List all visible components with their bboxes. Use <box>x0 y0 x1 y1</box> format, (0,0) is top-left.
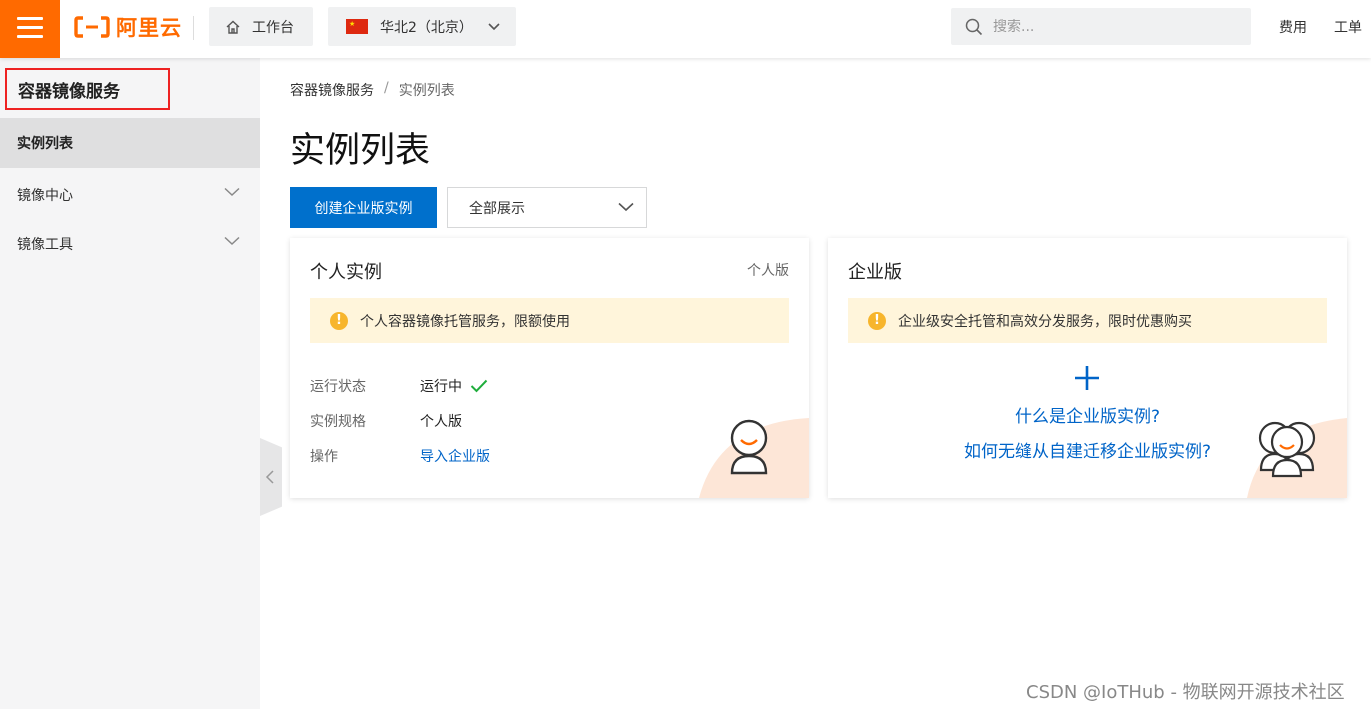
chevron-down-icon <box>488 22 500 30</box>
logo-text: 阿里云 <box>116 16 182 40</box>
sidebar-item-instance-list[interactable]: 实例列表 <box>0 118 260 168</box>
row-key: 操作 <box>310 449 338 465</box>
region-selector[interactable]: ★ 华北2（北京） <box>328 7 516 46</box>
edition-tag: 个人版 <box>747 263 789 279</box>
aliyun-logo-icon <box>74 16 110 38</box>
workbench-label: 工作台 <box>252 19 294 36</box>
logo[interactable]: 阿里云 <box>74 12 182 42</box>
notice-text: 企业级安全托管和高效分发服务，限时优惠购买 <box>898 313 1192 330</box>
page-title: 实例列表 <box>290 131 431 171</box>
ticket-link[interactable]: 工单 <box>1334 17 1362 37</box>
billing-link[interactable]: 费用 <box>1279 17 1307 37</box>
personal-instance-card: 个人实例 个人版 ! 个人容器镜像托管服务，限额使用 运行状态 运行中 实例规格… <box>290 238 809 498</box>
workbench-button[interactable]: 工作台 <box>209 7 313 46</box>
chevron-down-icon <box>618 202 634 212</box>
row-value: 个人版 <box>420 414 462 430</box>
search-icon <box>965 18 983 35</box>
hamburger-icon-line <box>17 35 43 38</box>
notice-banner: ! 企业级安全托管和高效分发服务，限时优惠购买 <box>848 298 1327 343</box>
sidebar-collapse-handle[interactable] <box>260 438 282 516</box>
status-text: 运行中 <box>420 379 462 395</box>
check-icon <box>470 379 488 393</box>
breadcrumb-current: 实例列表 <box>398 83 455 99</box>
warning-icon: ! <box>330 311 348 330</box>
sidebar-title: 容器镜像服务 <box>5 68 170 110</box>
breadcrumb-item[interactable]: 容器镜像服务 <box>290 80 374 100</box>
hamburger-icon-line <box>17 26 43 29</box>
china-flag-icon: ★ <box>346 19 368 34</box>
row-value: 运行中 <box>420 376 488 396</box>
sidebar-item-label: 镜像中心 <box>17 188 73 204</box>
group-illustration-icon <box>1247 418 1347 498</box>
chevron-down-icon <box>224 187 240 197</box>
sidebar-item-image-tools[interactable]: 镜像工具 <box>0 219 260 269</box>
status-row: 运行状态 运行中 <box>310 376 488 396</box>
filter-select-value: 全部展示 <box>469 200 525 217</box>
top-bar: 阿里云 工作台 ★ 华北2（北京） 费用 工单 <box>0 0 1371 58</box>
notice-banner: ! 个人容器镜像托管服务，限额使用 <box>310 298 789 343</box>
import-enterprise-link[interactable]: 导入企业版 <box>420 446 490 466</box>
card-title: 企业版 <box>848 262 902 283</box>
search-box[interactable] <box>951 8 1251 45</box>
person-illustration-icon <box>699 418 809 498</box>
row-key: 实例规格 <box>310 414 366 430</box>
sidebar-item-image-center[interactable]: 镜像中心 <box>0 170 260 220</box>
row-key: 运行状态 <box>310 379 366 395</box>
warning-icon: ! <box>868 311 886 330</box>
watermark: CSDN @IoTHub - 物联网开源技术社区 <box>1026 682 1345 703</box>
search-input[interactable] <box>993 18 1233 35</box>
sidebar-item-label: 实例列表 <box>17 136 73 152</box>
breadcrumb: 容器镜像服务 / 实例列表 <box>290 80 455 100</box>
filter-select[interactable]: 全部展示 <box>447 187 647 228</box>
action-row: 操作 导入企业版 <box>310 446 490 466</box>
sidebar-item-label: 镜像工具 <box>17 237 73 253</box>
spec-row: 实例规格 个人版 <box>310 411 462 431</box>
enterprise-instance-card: 企业版 ! 企业级安全托管和高效分发服务，限时优惠购买 什么是企业版实例? 如何… <box>828 238 1347 498</box>
breadcrumb-separator: / <box>384 80 389 96</box>
create-enterprise-instance-button[interactable]: 创建企业版实例 <box>290 187 437 228</box>
plus-icon[interactable] <box>1073 364 1101 392</box>
hamburger-icon <box>17 17 43 20</box>
chevron-left-icon <box>265 470 274 484</box>
menu-button[interactable] <box>0 0 60 58</box>
chevron-down-icon <box>224 236 240 246</box>
card-title: 个人实例 <box>310 262 382 283</box>
home-icon <box>226 20 240 34</box>
flag-star: ★ <box>349 20 356 28</box>
divider <box>193 16 194 40</box>
notice-text: 个人容器镜像托管服务，限额使用 <box>360 313 570 330</box>
region-label: 华北2（北京） <box>380 19 473 36</box>
sidebar: 容器镜像服务 实例列表 镜像中心 镜像工具 <box>0 58 260 709</box>
